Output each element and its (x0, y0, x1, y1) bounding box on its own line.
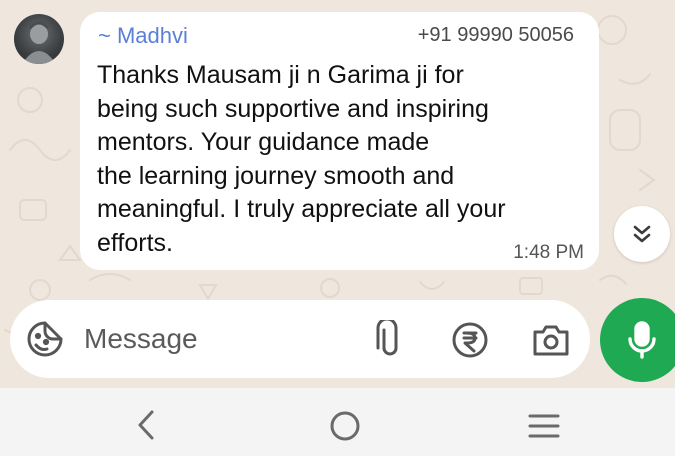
camera-button[interactable] (531, 321, 571, 359)
message-text: Thanks Mausam ji n Garima ji for being s… (97, 61, 506, 257)
mic-button[interactable] (600, 298, 675, 382)
scroll-to-bottom-button[interactable] (614, 206, 670, 262)
recents-icon (528, 414, 560, 438)
message-input[interactable] (84, 318, 364, 360)
rupee-icon (452, 322, 488, 358)
sender-phone: +91 99990 50056 (417, 24, 574, 46)
double-chevron-down-icon (633, 225, 651, 243)
sender-name[interactable]: ~ Madhvi (98, 23, 188, 49)
home-icon (330, 411, 360, 441)
emoji-button[interactable] (26, 320, 64, 358)
attach-button[interactable] (373, 317, 407, 360)
nav-back-button[interactable] (130, 406, 160, 444)
sender-avatar[interactable] (14, 14, 64, 64)
mic-icon (628, 321, 656, 359)
nav-home-button[interactable] (327, 408, 363, 444)
message-composer (10, 300, 590, 378)
camera-icon (533, 325, 569, 356)
paperclip-icon (376, 317, 398, 356)
back-icon (138, 410, 154, 440)
sticker-emoji-icon (27, 321, 63, 357)
nav-recents-button[interactable] (526, 410, 562, 442)
payment-button[interactable] (451, 321, 489, 359)
message-timestamp: 1:48 PM (513, 242, 584, 263)
message-bubble[interactable]: ~ Madhvi +91 99990 50056 Thanks Mausam j… (80, 12, 599, 270)
avatar-image (22, 21, 56, 64)
